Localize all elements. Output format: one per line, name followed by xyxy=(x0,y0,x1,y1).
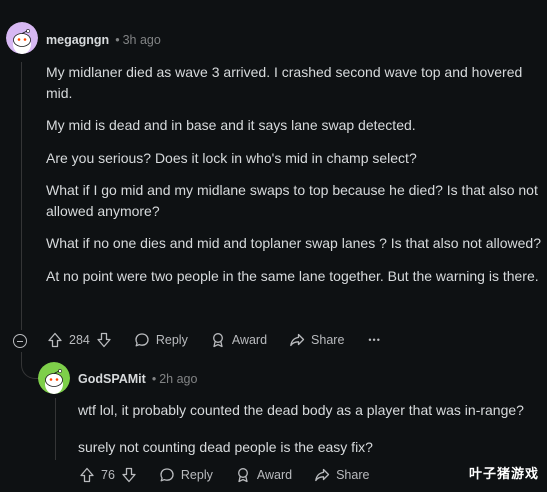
share-button[interactable]: Share xyxy=(289,332,344,348)
award-button[interactable]: Award xyxy=(235,467,292,483)
reply-label: Reply xyxy=(180,468,213,482)
reply-button[interactable]: Reply xyxy=(159,467,213,483)
share-label: Share xyxy=(336,468,370,482)
username[interactable]: megagngn xyxy=(46,33,109,47)
reply-actions: 76 Reply Award Share xyxy=(79,467,369,483)
reply-paragraph: surely not counting dead people is the e… xyxy=(78,438,373,455)
avatar[interactable] xyxy=(38,362,70,394)
comment-meta: megagngn • 3h ago xyxy=(46,33,161,47)
reply-button[interactable]: Reply xyxy=(134,332,188,348)
thread-line xyxy=(21,62,22,330)
separator-dot: • xyxy=(151,372,157,386)
more-options-icon[interactable]: ••• xyxy=(368,335,380,345)
upvote-icon[interactable] xyxy=(47,332,63,348)
award-label: Award xyxy=(256,468,293,482)
collapse-thread-button[interactable] xyxy=(13,334,27,348)
separator-dot: • xyxy=(115,33,120,47)
vote-count: 284 xyxy=(69,333,90,347)
share-icon xyxy=(315,468,330,482)
award-label: Award xyxy=(231,333,268,347)
snoo-avatar-icon xyxy=(6,22,38,54)
upvote-icon[interactable] xyxy=(79,467,95,483)
reply-meta: GodSPAMit • 2h ago xyxy=(78,372,197,386)
comment-paragraph: Are you serious? Does it lock in who's m… xyxy=(46,149,417,166)
comment-body: My midlaner died as wave 3 arrived. I cr… xyxy=(46,62,541,298)
downvote-icon[interactable] xyxy=(96,332,112,348)
snoo-avatar-icon xyxy=(38,362,70,394)
avatar[interactable] xyxy=(6,22,38,54)
vote-count: 76 xyxy=(101,468,115,482)
comment-actions: 284 Reply Award Share ••• xyxy=(47,332,381,348)
timestamp[interactable]: 2h ago xyxy=(159,372,197,386)
timestamp[interactable]: 3h ago xyxy=(123,33,161,47)
comment-paragraph: What if no one dies and mid and toplaner… xyxy=(46,235,541,251)
downvote-icon[interactable] xyxy=(121,467,137,483)
award-icon xyxy=(212,333,223,348)
comment-paragraph: At no point were two people in the same … xyxy=(46,267,539,284)
share-icon xyxy=(290,333,305,347)
award-button[interactable]: Award xyxy=(210,332,267,348)
reply-paragraph: wtf lol, it probably counted the dead bo… xyxy=(78,402,524,418)
comment-paragraph: My mid is dead and in base and it says l… xyxy=(46,117,416,133)
watermark: 叶子猪游戏 xyxy=(468,466,539,481)
share-button[interactable]: Share xyxy=(314,467,369,483)
comment-paragraph: What if I go mid and my midlane swaps to… xyxy=(46,182,538,219)
share-label: Share xyxy=(311,333,345,347)
vote-group: 76 xyxy=(79,467,137,483)
username[interactable]: GodSPAMit xyxy=(78,372,146,386)
reply-label: Reply xyxy=(155,333,188,347)
comment-bubble-icon xyxy=(160,468,174,482)
vote-group: 284 xyxy=(47,332,112,348)
award-icon xyxy=(237,468,248,483)
comment-paragraph: My midlaner died as wave 3 arrived. I cr… xyxy=(46,64,523,101)
reply-body: wtf lol, it probably counted the dead bo… xyxy=(78,400,543,469)
comment-bubble-icon xyxy=(135,333,149,347)
reply-thread-line xyxy=(55,398,56,460)
